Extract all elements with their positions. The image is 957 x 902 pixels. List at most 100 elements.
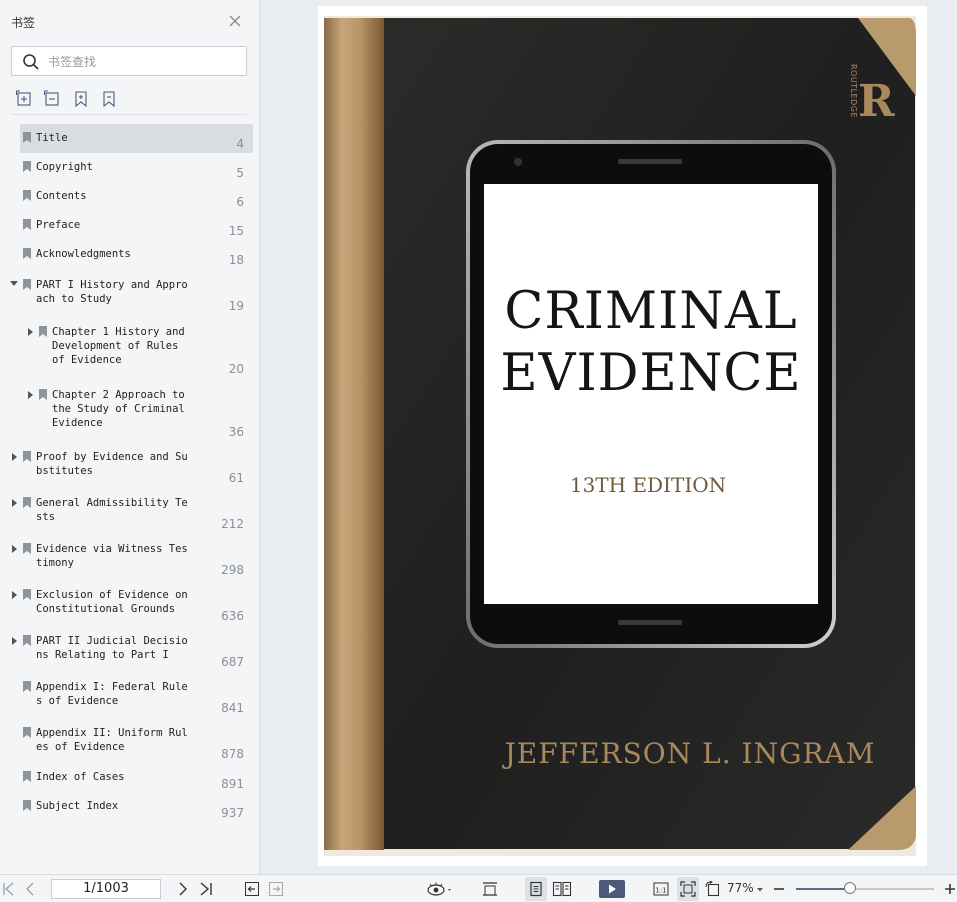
bookmark-page-number: 212 xyxy=(221,517,244,531)
book-cover: R ROUTLEDGE CRIMINAL EVIDENCE 13TH EDITI… xyxy=(324,16,916,856)
bookmark-label: Proof by Evidence and Su bstitutes xyxy=(36,451,188,477)
previous-page-icon[interactable] xyxy=(24,881,36,897)
divider xyxy=(11,114,247,115)
bookmark-label: Chapter 2 Approach to the Study of Crimi… xyxy=(52,389,185,429)
zoom-level-text[interactable]: 77% xyxy=(727,881,754,895)
bookmark-flag-icon xyxy=(23,771,31,782)
go-back-icon[interactable] xyxy=(244,881,260,897)
zoom-out-icon[interactable] xyxy=(772,881,786,897)
bookmark-flag-icon xyxy=(39,326,47,337)
bookmark-flag-icon xyxy=(23,589,31,600)
fit-page-icon[interactable] xyxy=(680,881,696,897)
book-title-line1: CRIMINAL xyxy=(504,282,797,341)
bookmark-search-input[interactable] xyxy=(48,53,238,71)
bookmark-panel-title: 书签 xyxy=(11,16,36,30)
bookmark-label: Contents xyxy=(36,190,87,202)
bookmark-icon[interactable] xyxy=(100,90,118,108)
bookmark-item[interactable]: Copyright 5 xyxy=(0,153,258,182)
zoom-in-icon[interactable] xyxy=(943,881,957,897)
bookmark-flag-icon xyxy=(23,279,31,290)
bookmark-page-number: 298 xyxy=(221,563,244,577)
actual-size-icon[interactable]: 1:1 xyxy=(653,881,669,897)
two-page-icon[interactable] xyxy=(552,881,572,897)
rotate-icon[interactable] xyxy=(705,881,721,897)
bookmark-flag-icon xyxy=(23,635,31,646)
expand-all-icon[interactable] xyxy=(16,90,34,108)
bookmark-panel: 书签 Title 4 Copyright 5 Contents 6 Preface 15 Ack… xyxy=(0,0,260,874)
bookmark-search-box[interactable] xyxy=(11,46,247,76)
bookmark-flag-icon xyxy=(39,389,47,400)
first-page-icon[interactable] xyxy=(2,881,14,897)
bookmark-label: Appendix I: Federal Rule s of Evidence xyxy=(36,681,188,707)
bookmark-page-number: 5 xyxy=(236,166,244,180)
bookmark-item[interactable]: General Admissibility Te sts 212 xyxy=(0,488,258,534)
bookmark-item[interactable]: Title 4 xyxy=(0,124,258,153)
bookmark-flag-icon xyxy=(23,190,31,201)
svg-text:1:1: 1:1 xyxy=(655,887,666,895)
bookmark-label: PART II Judicial Decisio ns Relating to … xyxy=(36,635,188,661)
bookmark-item[interactable]: Appendix I: Federal Rule s of Evidence 84… xyxy=(0,672,258,718)
slideshow-play-icon[interactable] xyxy=(599,880,625,898)
bookmark-item[interactable]: PART II Judicial Decisio ns Relating to … xyxy=(0,626,258,672)
bookmark-item[interactable]: Evidence via Witness Tes timony 298 xyxy=(0,534,258,580)
zoom-slider-knob[interactable] xyxy=(843,882,856,894)
bookmark-flag-icon xyxy=(23,161,31,172)
bookmark-page-number: 636 xyxy=(221,609,244,623)
collapsed-arrow-icon[interactable] xyxy=(28,328,33,336)
bookmark-item[interactable]: Index of Cases 891 xyxy=(0,764,258,793)
book-edition: 13TH EDITION xyxy=(570,473,726,497)
collapsed-arrow-icon[interactable] xyxy=(12,453,17,461)
bookmark-label: Copyright xyxy=(36,161,93,173)
collapsed-arrow-icon[interactable] xyxy=(12,637,17,645)
bookmark-page-number: 15 xyxy=(228,224,244,238)
bookmark-item[interactable]: PART I History and Appro ach to Study 19 xyxy=(0,269,258,316)
bookmark-item[interactable]: Exclusion of Evidence on Constitutional … xyxy=(0,580,258,626)
bookmark-item[interactable]: Contents 6 xyxy=(0,182,258,211)
bookmark-panel-header: 书签 xyxy=(0,0,260,42)
bookmark-label: Preface xyxy=(36,219,81,231)
fit-width-icon[interactable] xyxy=(482,881,498,897)
bookmark-flag-icon xyxy=(23,727,31,738)
bookmark-item[interactable]: Preface 15 xyxy=(0,211,258,240)
bookmark-label: Evidence via Witness Tes timony xyxy=(36,543,188,569)
bookmark-flag-icon xyxy=(23,132,31,143)
bookmark-label: Index of Cases xyxy=(36,771,125,783)
collapsed-arrow-icon[interactable] xyxy=(12,545,17,553)
zoom-slider-fill xyxy=(796,888,850,890)
collapsed-arrow-icon[interactable] xyxy=(12,499,17,507)
zoom-slider[interactable] xyxy=(796,882,934,894)
zoom-dropdown-icon[interactable] xyxy=(756,881,764,897)
book-author: JEFFERSON L. INGRAM xyxy=(502,737,876,770)
bookmark-page-number: 891 xyxy=(221,777,244,791)
next-page-icon[interactable] xyxy=(177,881,189,897)
bookmark-page-number: 937 xyxy=(221,806,244,820)
last-page-icon[interactable] xyxy=(199,881,213,897)
document-view[interactable]: R ROUTLEDGE CRIMINAL EVIDENCE 13TH EDITI… xyxy=(261,0,957,874)
reading-mode-icon[interactable] xyxy=(426,881,454,897)
bookmark-flag-icon xyxy=(23,497,31,508)
bookmark-flag-icon xyxy=(23,800,31,811)
bookmark-label: PART I History and Appro ach to Study xyxy=(36,279,188,305)
bookmark-item[interactable]: Chapter 2 Approach to the Study of Crimi… xyxy=(0,379,258,442)
bookmark-page-number: 687 xyxy=(221,655,244,669)
add-bookmark-icon[interactable] xyxy=(72,90,90,108)
close-icon[interactable] xyxy=(228,14,242,28)
bookmark-item[interactable]: Proof by Evidence and Su bstitutes 61 xyxy=(0,442,258,488)
bookmark-label: Acknowledgments xyxy=(36,248,131,260)
bookmark-label: Appendix II: Uniform Rul es of Evidence xyxy=(36,727,188,753)
publisher-name: ROUTLEDGE xyxy=(849,64,858,118)
bookmark-item[interactable]: Appendix II: Uniform Rul es of Evidence 8… xyxy=(0,718,258,764)
collapse-all-icon[interactable] xyxy=(44,90,62,108)
page-number-field[interactable]: 1/1003 xyxy=(51,879,161,899)
expanded-arrow-icon[interactable] xyxy=(10,281,18,286)
bookmark-page-number: 19 xyxy=(228,299,244,313)
bookmark-item[interactable]: Acknowledgments 18 xyxy=(0,240,258,269)
bookmark-item[interactable]: Chapter 1 History and Development of Rul… xyxy=(0,316,258,379)
bookmark-page-number: 4 xyxy=(236,137,244,151)
collapsed-arrow-icon[interactable] xyxy=(28,391,33,399)
bookmark-item[interactable]: Subject Index 937 xyxy=(0,793,258,822)
collapsed-arrow-icon[interactable] xyxy=(12,591,17,599)
go-forward-icon[interactable] xyxy=(268,881,284,897)
single-page-icon[interactable] xyxy=(529,881,543,897)
bookmark-label: Chapter 1 History and Development of Rul… xyxy=(52,326,185,366)
